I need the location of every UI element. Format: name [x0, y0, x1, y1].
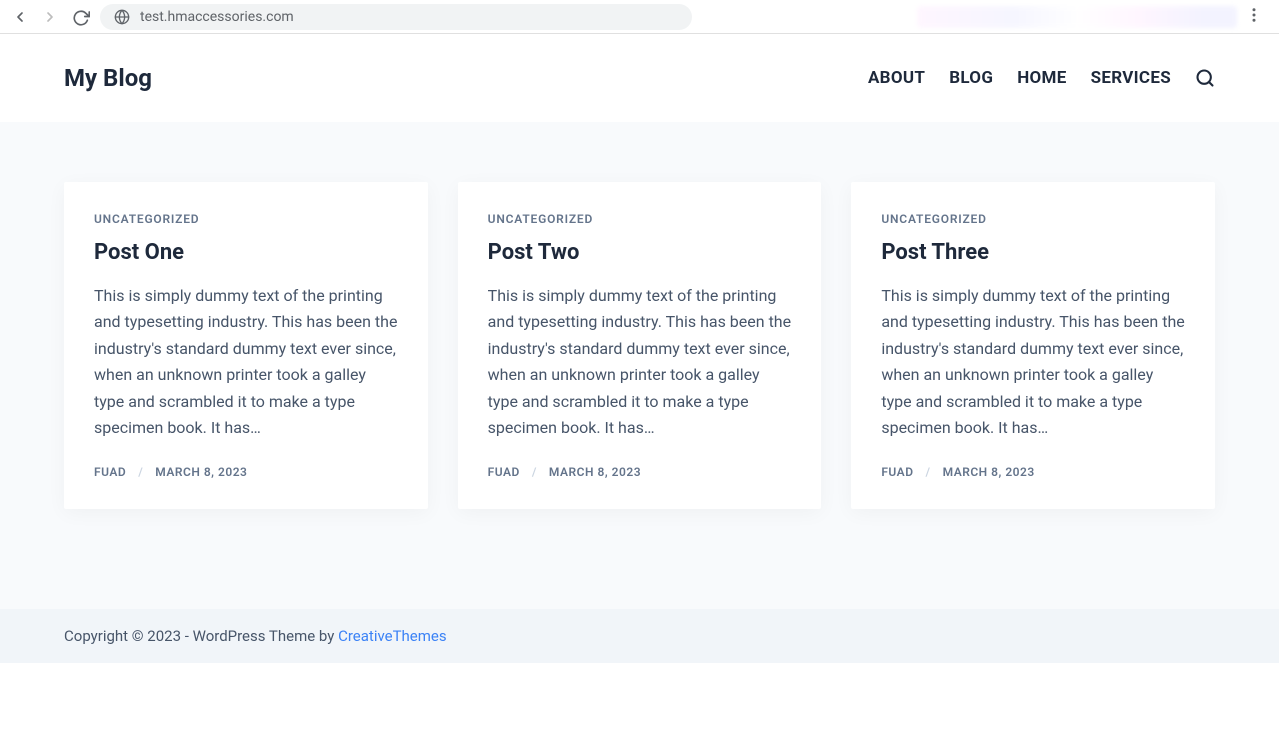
nav-arrows	[12, 9, 88, 25]
main-content: UNCATEGORIZED Post One This is simply du…	[0, 122, 1279, 609]
post-author-link[interactable]: FUAD	[488, 465, 520, 479]
copyright-text: Copyright © 2023 - WordPress Theme by	[64, 627, 338, 645]
url-bar[interactable]: test.hmaccessories.com	[100, 4, 692, 30]
post-card: UNCATEGORIZED Post Three This is simply …	[851, 182, 1215, 509]
nav-link-services[interactable]: SERVICES	[1091, 68, 1171, 88]
browser-menu-button[interactable]	[1241, 2, 1267, 32]
nav-link-home[interactable]: HOME	[1017, 68, 1066, 88]
extension-area	[704, 2, 1268, 32]
post-excerpt: This is simply dummy text of the printin…	[94, 283, 398, 441]
post-author-link[interactable]: FUAD	[94, 465, 126, 479]
search-icon[interactable]	[1195, 68, 1215, 88]
post-author-link[interactable]: FUAD	[881, 465, 913, 479]
post-title-link[interactable]: Post Three	[881, 240, 1185, 265]
post-card: UNCATEGORIZED Post One This is simply du…	[64, 182, 428, 509]
nav-link-blog[interactable]: BLOG	[949, 68, 993, 88]
post-category-link[interactable]: UNCATEGORIZED	[94, 212, 398, 226]
post-date-link[interactable]: MARCH 8, 2023	[549, 465, 641, 479]
nav-link-about[interactable]: ABOUT	[868, 68, 925, 88]
url-text: test.hmaccessories.com	[140, 9, 294, 25]
posts-grid: UNCATEGORIZED Post One This is simply du…	[64, 182, 1215, 509]
post-title-link[interactable]: Post Two	[488, 240, 792, 265]
post-date-link[interactable]: MARCH 8, 2023	[155, 465, 247, 479]
site-nav: ABOUT BLOG HOME SERVICES	[868, 68, 1215, 88]
post-excerpt: This is simply dummy text of the printin…	[488, 283, 792, 441]
site-header: My Blog ABOUT BLOG HOME SERVICES	[0, 34, 1279, 122]
post-excerpt: This is simply dummy text of the printin…	[881, 283, 1185, 441]
post-meta: FUAD / MARCH 8, 2023	[881, 465, 1185, 479]
post-category-link[interactable]: UNCATEGORIZED	[488, 212, 792, 226]
post-date-link[interactable]: MARCH 8, 2023	[943, 465, 1035, 479]
globe-icon	[114, 9, 130, 25]
post-meta: FUAD / MARCH 8, 2023	[94, 465, 398, 479]
meta-divider: /	[532, 465, 537, 479]
browser-toolbar: test.hmaccessories.com	[0, 0, 1279, 34]
back-button[interactable]	[12, 9, 28, 25]
post-meta: FUAD / MARCH 8, 2023	[488, 465, 792, 479]
meta-divider: /	[926, 465, 931, 479]
forward-button[interactable]	[42, 9, 58, 25]
post-card: UNCATEGORIZED Post Two This is simply du…	[458, 182, 822, 509]
meta-divider: /	[138, 465, 143, 479]
reload-button[interactable]	[72, 9, 88, 25]
site-footer: Copyright © 2023 - WordPress Theme by Cr…	[0, 609, 1279, 663]
extensions-blur	[917, 6, 1237, 28]
post-category-link[interactable]: UNCATEGORIZED	[881, 212, 1185, 226]
site-title[interactable]: My Blog	[64, 64, 152, 92]
post-title-link[interactable]: Post One	[94, 240, 398, 265]
footer-theme-link[interactable]: CreativeThemes	[338, 627, 447, 645]
